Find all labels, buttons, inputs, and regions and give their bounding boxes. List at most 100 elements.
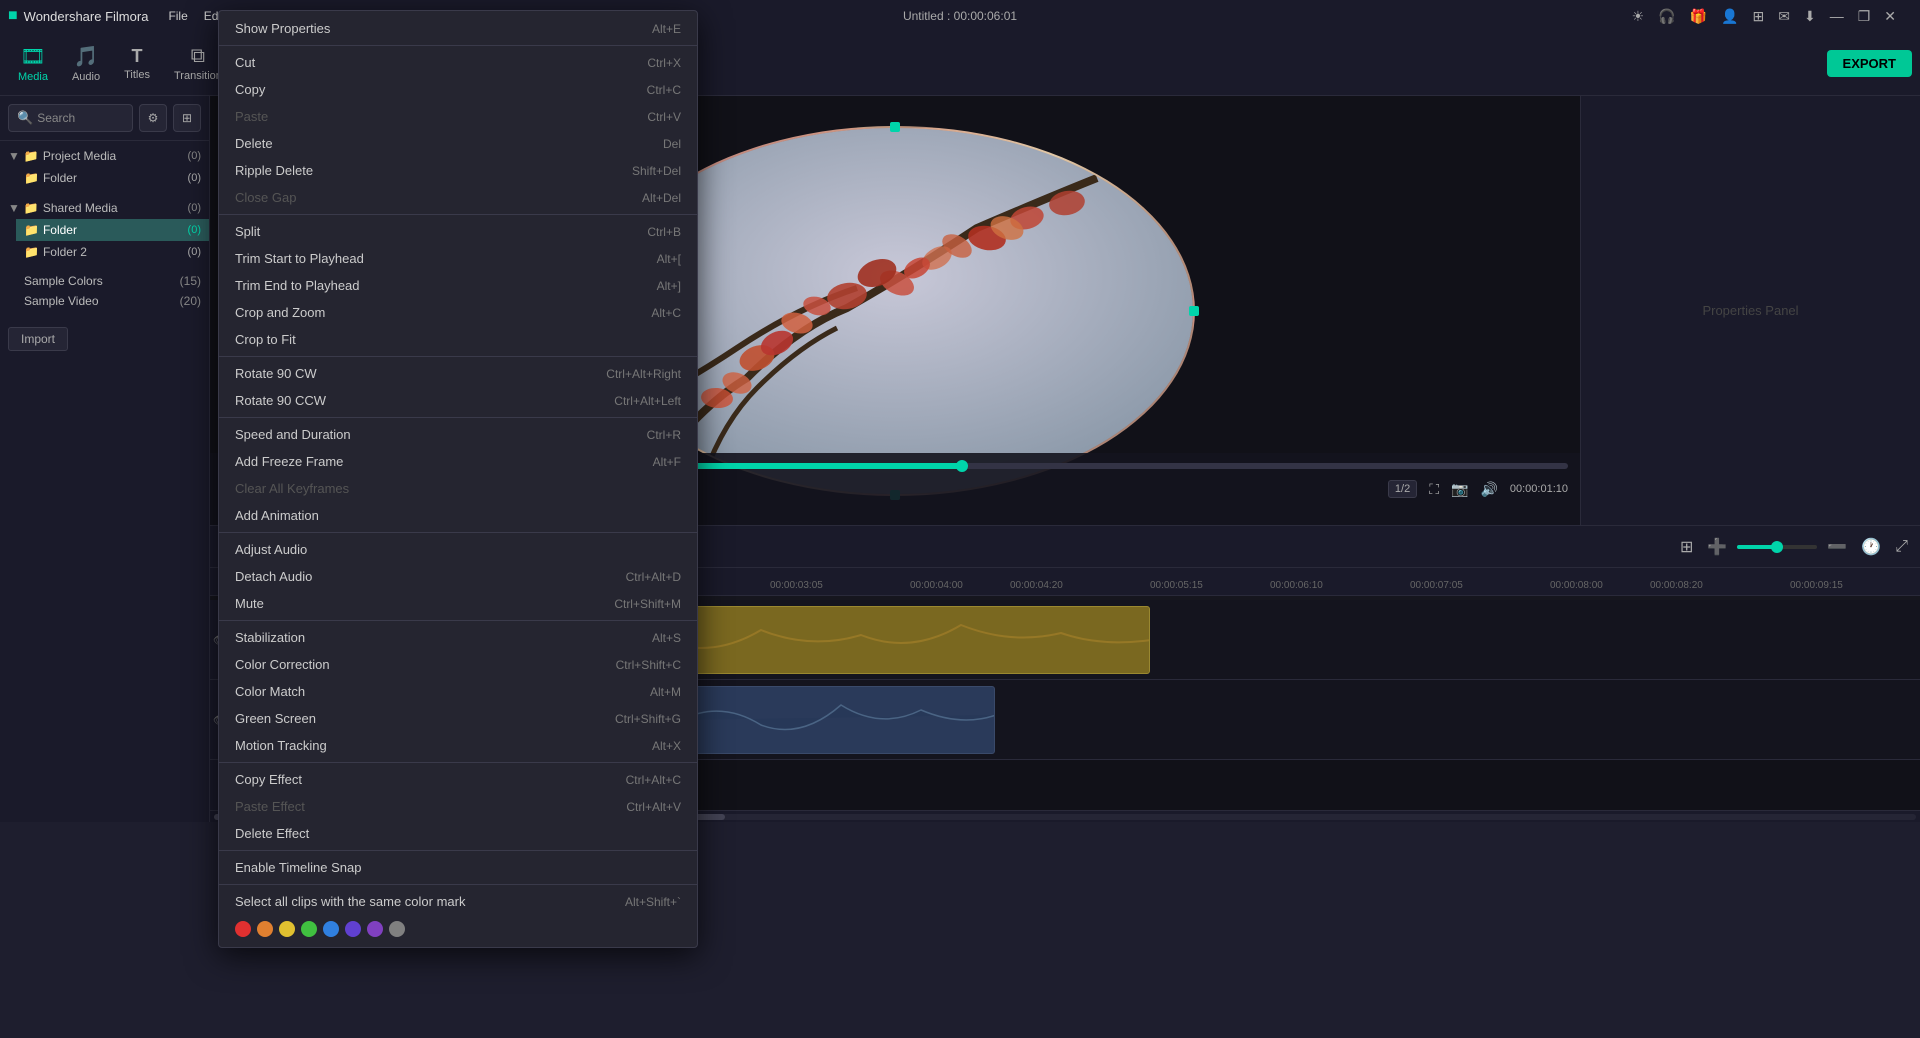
headset-icon[interactable]: 🎧 — [1658, 8, 1675, 25]
toolbar-audio-label: Audio — [72, 71, 100, 83]
ctx-detach-audio[interactable]: Detach Audio Ctrl+Alt+D — [219, 563, 697, 590]
ctx-show-properties-label: Show Properties — [235, 21, 330, 36]
ctx-delete[interactable]: Delete Del — [219, 130, 697, 157]
ctx-copy[interactable]: Copy Ctrl+C — [219, 76, 697, 103]
ctx-ripple-delete[interactable]: Ripple Delete Shift+Del — [219, 157, 697, 184]
zoom-handle[interactable] — [1771, 541, 1783, 553]
toolbar-titles-label: Titles — [124, 69, 150, 81]
ctx-color-match-label: Color Match — [235, 684, 305, 699]
win-close[interactable]: ✕ — [1884, 8, 1896, 25]
swatch-blue[interactable] — [323, 921, 339, 937]
shared-folder-highlighted[interactable]: 📁 Folder (0) — [16, 219, 209, 241]
clip-video-2b[interactable] — [680, 686, 995, 754]
project-folder-count: (0) — [188, 172, 201, 184]
quality-selector[interactable]: 1/2 — [1388, 480, 1417, 498]
gift-icon[interactable]: 🎁 — [1690, 8, 1707, 25]
maximize2-icon[interactable]: ⊞ — [1753, 8, 1765, 25]
progress-handle[interactable] — [956, 460, 968, 472]
download-icon[interactable]: ⬇ — [1804, 8, 1816, 25]
ctx-show-properties[interactable]: Show Properties Alt+E — [219, 15, 697, 42]
ctx-freeze-frame[interactable]: Add Freeze Frame Alt+F — [219, 448, 697, 475]
toolbar-audio[interactable]: 🎵 Audio — [62, 38, 110, 89]
shared-folder2-count: (0) — [188, 246, 201, 258]
project-media-count: (0) — [188, 150, 201, 162]
ctx-close-gap-label: Close Gap — [235, 190, 296, 205]
ctx-rotate-cw[interactable]: Rotate 90 CW Ctrl+Alt+Right — [219, 360, 697, 387]
swatch-indigo[interactable] — [345, 921, 361, 937]
ruler-mark-11: 00:00:08:20 — [1650, 580, 1703, 591]
context-menu: Show Properties Alt+E Cut Ctrl+X Copy Ct… — [218, 10, 698, 948]
ctx-trim-start[interactable]: Trim Start to Playhead Alt+[ — [219, 245, 697, 272]
screenshot-icon[interactable]: 📷 — [1451, 481, 1468, 498]
clock-icon[interactable]: 🕐 — [1857, 533, 1885, 561]
toolbar-media[interactable]: 🎞 Media — [8, 38, 58, 89]
fullscreen-icon[interactable]: ⛶ — [1429, 481, 1439, 498]
sample-colors-label: Sample Colors — [24, 274, 103, 288]
notification-icon[interactable]: ☀ — [1632, 8, 1645, 25]
ctx-freeze-frame-label: Add Freeze Frame — [235, 454, 343, 469]
profile-icon[interactable]: 👤 — [1721, 8, 1738, 25]
ctx-color-match[interactable]: Color Match Alt+M — [219, 678, 697, 705]
menu-file[interactable]: File — [168, 9, 187, 23]
ctx-crop-fit[interactable]: Crop to Fit — [219, 326, 697, 353]
win-restore[interactable]: ❐ — [1858, 8, 1871, 25]
left-panel-header: 🔍 Search ⚙ ⊞ — [0, 96, 209, 141]
grid-view-button[interactable]: ⊞ — [173, 104, 201, 132]
ctx-paste-effect-shortcut: Ctrl+Alt+V — [586, 800, 681, 814]
filter-button[interactable]: ⚙ — [139, 104, 167, 132]
subfolder2-icon: 📁 — [24, 223, 39, 237]
export-button[interactable]: EXPORT — [1827, 50, 1912, 77]
ctx-cut[interactable]: Cut Ctrl+X — [219, 49, 697, 76]
ctx-split-label: Split — [235, 224, 260, 239]
ctx-crop-zoom[interactable]: Crop and Zoom Alt+C — [219, 299, 697, 326]
ctx-split[interactable]: Split Ctrl+B — [219, 218, 697, 245]
zoom-fit-button[interactable]: ⊞ — [1676, 533, 1697, 561]
ctx-color-correction[interactable]: Color Correction Ctrl+Shift+C — [219, 651, 697, 678]
swatch-gray[interactable] — [389, 921, 405, 937]
swatch-purple[interactable] — [367, 921, 383, 937]
ctx-paste[interactable]: Paste Ctrl+V — [219, 103, 697, 130]
ctx-select-color-mark[interactable]: Select all clips with the same color mar… — [219, 888, 697, 915]
app-logo-icon: ■ — [8, 7, 18, 25]
ctx-sep-4 — [219, 417, 697, 418]
ctx-add-animation[interactable]: Add Animation — [219, 502, 697, 529]
win-minimize[interactable]: — — [1830, 8, 1844, 24]
ctx-motion-tracking-label: Motion Tracking — [235, 738, 327, 753]
ctx-rotate-ccw[interactable]: Rotate 90 CCW Ctrl+Alt+Left — [219, 387, 697, 414]
search-box[interactable]: 🔍 Search — [8, 104, 133, 132]
swatch-yellow[interactable] — [279, 921, 295, 937]
expand-timeline-button[interactable]: ⤢ — [1891, 534, 1912, 560]
toolbar-titles[interactable]: T Titles — [114, 40, 160, 87]
shared-media-item[interactable]: ▼ 📁 Shared Media (0) — [0, 197, 209, 219]
ctx-copy-effect[interactable]: Copy Effect Ctrl+Alt+C — [219, 766, 697, 793]
message-icon[interactable]: ✉ — [1778, 8, 1790, 25]
ctx-mute[interactable]: Mute Ctrl+Shift+M — [219, 590, 697, 617]
zoom-slider[interactable] — [1737, 545, 1817, 549]
zoom-in-button[interactable]: ➕ — [1703, 533, 1731, 561]
project-media-item[interactable]: ▼ 📁 Project Media (0) — [0, 145, 209, 167]
volume-icon[interactable]: 🔊 — [1480, 481, 1497, 498]
ctx-close-gap[interactable]: Close Gap Alt+Del — [219, 184, 697, 211]
swatch-red[interactable] — [235, 921, 251, 937]
ctx-paste-effect[interactable]: Paste Effect Ctrl+Alt+V — [219, 793, 697, 820]
ctx-green-screen-shortcut: Ctrl+Shift+G — [575, 712, 681, 726]
ctx-stabilization[interactable]: Stabilization Alt+S — [219, 624, 697, 651]
ctx-enable-snap[interactable]: Enable Timeline Snap — [219, 854, 697, 881]
ctx-speed-duration[interactable]: Speed and Duration Ctrl+R — [219, 421, 697, 448]
ctx-green-screen[interactable]: Green Screen Ctrl+Shift+G — [219, 705, 697, 732]
ctx-motion-tracking[interactable]: Motion Tracking Alt+X — [219, 732, 697, 759]
grid-icon: ⊞ — [182, 111, 192, 125]
swatch-green[interactable] — [301, 921, 317, 937]
shared-folder2-item[interactable]: 📁 Folder 2 (0) — [16, 241, 209, 263]
ctx-adjust-audio[interactable]: Adjust Audio — [219, 536, 697, 563]
zoom-out-button[interactable]: ➖ — [1823, 533, 1851, 561]
swatch-orange[interactable] — [257, 921, 273, 937]
time-display: 00:00:01:10 — [1510, 483, 1568, 495]
sample-colors-item[interactable]: Sample Colors (15) — [0, 271, 209, 291]
sample-video-item[interactable]: Sample Video (20) — [0, 291, 209, 311]
ctx-clear-keyframes[interactable]: Clear All Keyframes — [219, 475, 697, 502]
project-folder-item[interactable]: 📁 Folder (0) — [16, 167, 209, 189]
ctx-trim-end[interactable]: Trim End to Playhead Alt+] — [219, 272, 697, 299]
import-button[interactable]: Import — [8, 327, 68, 351]
ctx-delete-effect[interactable]: Delete Effect — [219, 820, 697, 847]
